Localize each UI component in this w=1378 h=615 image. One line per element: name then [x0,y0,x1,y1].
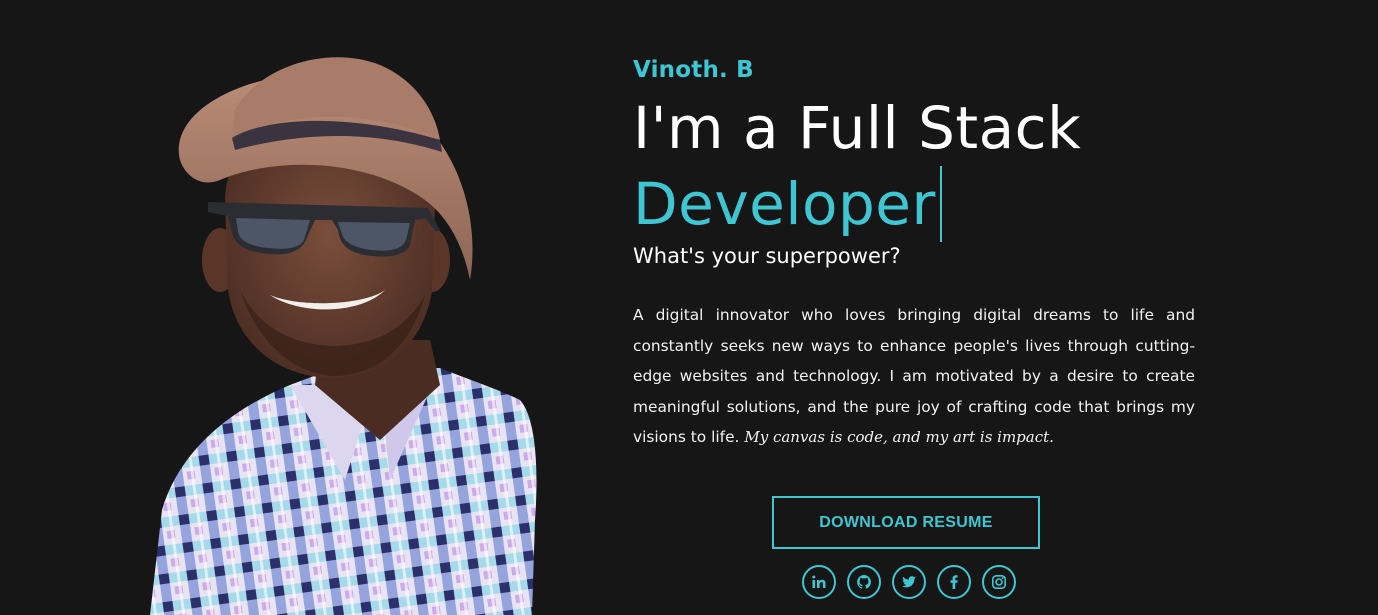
resume-button-wrap: DOWNLOAD RESUME [772,496,1040,549]
facebook-icon [950,575,958,589]
twitter-link[interactable] [892,565,926,599]
owner-name: Vinoth. B [633,57,754,83]
profile-portrait [140,40,550,615]
headline-line-1: I'm a Full Stack [633,94,1082,162]
social-links [802,565,1016,599]
facebook-link[interactable] [937,565,971,599]
instagram-link[interactable] [982,565,1016,599]
linkedin-link[interactable] [802,565,836,599]
bio-tagline: My canvas is code, and my art is impact. [744,428,1054,447]
hero-section: Vinoth. B I'm a Full Stack Developer Wha… [0,0,1378,615]
download-resume-button[interactable]: DOWNLOAD RESUME [772,496,1040,549]
instagram-icon [991,574,1006,589]
headline-line-2: Developer [633,170,936,238]
bio-paragraph: A digital innovator who loves bringing d… [633,300,1195,453]
linkedin-icon [812,575,826,588]
subheadline: What's your superpower? [633,244,901,268]
github-icon [857,575,871,589]
twitter-icon [902,576,916,588]
github-link[interactable] [847,565,881,599]
bio-text: A digital innovator who loves bringing d… [633,306,1195,447]
typing-cursor [939,166,942,242]
hero-content: Vinoth. B I'm a Full Stack Developer Wha… [633,52,1195,453]
